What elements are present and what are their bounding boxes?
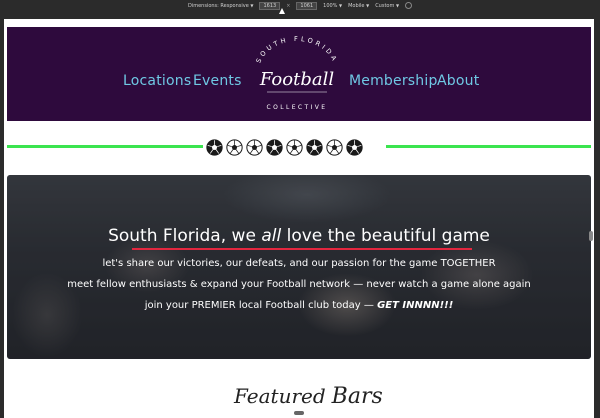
page-viewport: Locations Events SOUTH FLORIDA Football … bbox=[4, 19, 594, 418]
hero-line-1: let's share our victories, our defeats, … bbox=[102, 258, 496, 269]
devtools-toolbar: Dimensions: Responsive ▼ 1613 × 1061 100… bbox=[0, 0, 600, 14]
height-input[interactable]: 1061 bbox=[296, 1, 318, 10]
throttle-dropdown[interactable]: Custom ▼ bbox=[375, 3, 399, 9]
nav-link-about[interactable]: About bbox=[437, 73, 479, 89]
hero-banner: South Florida, we all love the beautiful… bbox=[7, 175, 591, 359]
hero-line-2: meet fellow enthusiasts & expand your Fo… bbox=[67, 279, 531, 290]
soccer-ball-icon bbox=[346, 138, 363, 156]
nav-link-locations[interactable]: Locations bbox=[123, 73, 191, 89]
nav-link-membership[interactable]: Membership bbox=[349, 73, 438, 89]
scrollbar-thumb[interactable] bbox=[589, 231, 593, 241]
soccer-ball-icon bbox=[286, 138, 303, 156]
dimensions-dropdown[interactable]: Dimensions: Responsive ▼ bbox=[188, 3, 254, 9]
nav-link-events[interactable]: Events bbox=[193, 73, 242, 89]
section-heading: Featured Bars bbox=[234, 384, 383, 409]
soccer-ball-icon bbox=[206, 138, 223, 156]
logo-main-text: Football bbox=[259, 69, 334, 90]
soccer-ball-row bbox=[206, 138, 363, 156]
hero-cta-text: GET INNNN!!! bbox=[377, 300, 454, 311]
logo[interactable]: SOUTH FLORIDA Football COLLECTIVE bbox=[237, 33, 357, 117]
soccer-ball-icon bbox=[226, 138, 243, 156]
mouse-cursor-icon bbox=[279, 8, 285, 14]
soccer-ball-icon bbox=[246, 138, 263, 156]
times-icon: × bbox=[286, 2, 291, 9]
hero-title: South Florida, we all love the beautiful… bbox=[108, 226, 490, 246]
soccer-ball-icon bbox=[306, 138, 323, 156]
hero-title-underline bbox=[132, 248, 472, 250]
device-dropdown[interactable]: Mobile ▼ bbox=[348, 3, 369, 9]
site-header: Locations Events SOUTH FLORIDA Football … bbox=[7, 27, 591, 121]
rotate-icon[interactable] bbox=[405, 2, 413, 9]
divider-line-left bbox=[7, 145, 203, 148]
logo-top-text: SOUTH FLORIDA bbox=[255, 35, 340, 64]
resize-handle[interactable] bbox=[294, 411, 304, 415]
logo-bottom-text: COLLECTIVE bbox=[267, 104, 328, 111]
soccer-ball-icon bbox=[266, 138, 283, 156]
width-input[interactable]: 1613 bbox=[259, 1, 281, 10]
hero-title-emphasis: all bbox=[261, 226, 282, 246]
divider-line-right bbox=[386, 145, 591, 148]
hero-line-3: join your PREMIER local Football club to… bbox=[144, 300, 454, 311]
zoom-dropdown[interactable]: 100% ▼ bbox=[323, 3, 342, 9]
soccer-ball-icon bbox=[326, 138, 343, 156]
